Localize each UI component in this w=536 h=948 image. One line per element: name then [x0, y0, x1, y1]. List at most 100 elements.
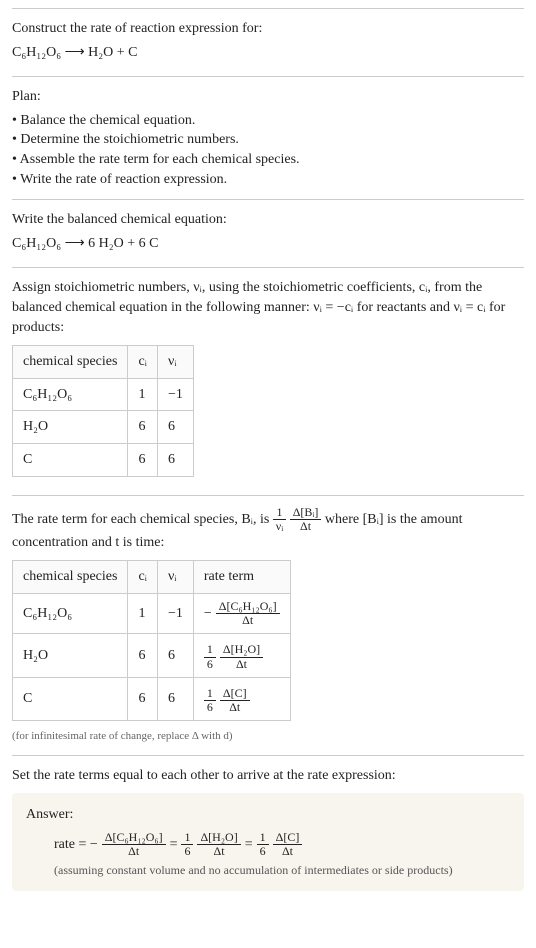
- answer-expression: rate = − Δ[C₆H₁₂O₆] Δt = 1 6 Δ[H₂O] Δt =…: [54, 831, 302, 858]
- plan-list: Balance the chemical equation. Determine…: [12, 111, 524, 189]
- coeff-frac-2: 1 6: [181, 831, 193, 858]
- rateterm-footnote: (for infinitesimal rate of change, repla…: [12, 729, 524, 744]
- cell-species: C₆H₁₂O₆: [13, 594, 128, 634]
- table-row: H₂O 6 6 1 6 Δ[H₂O] Δt: [13, 634, 291, 677]
- stoich-table: chemical species cᵢ νᵢ C₆H₁₂O₆ 1 −1 H₂O …: [12, 345, 194, 476]
- frac-den: Δt: [102, 845, 166, 858]
- col-v: νᵢ: [157, 561, 193, 594]
- frac-den: 6: [257, 845, 269, 858]
- cell-c: 6: [128, 411, 158, 444]
- frac-num: Δ[C₆H₁₂O₆]: [102, 831, 166, 845]
- table-header-row: chemical species cᵢ νᵢ rate term: [13, 561, 291, 594]
- coeff-frac: 1 6: [204, 643, 216, 670]
- cell-species: H₂O: [13, 411, 128, 444]
- plan-item: Assemble the rate term for each chemical…: [12, 150, 524, 170]
- rateterm-table: chemical species cᵢ νᵢ rate term C₆H₁₂O₆…: [12, 560, 291, 721]
- table-row: H₂O 6 6: [13, 411, 194, 444]
- cell-v: −1: [157, 378, 193, 411]
- plan-item: Determine the stoichiometric numbers.: [12, 130, 524, 150]
- table-header-row: chemical species cᵢ νᵢ: [13, 346, 194, 379]
- frac-num: 1: [257, 831, 269, 845]
- frac-num: 1: [181, 831, 193, 845]
- table-row: C 6 6 1 6 Δ[C] Δt: [13, 677, 291, 720]
- rate-frac-2: Δ[H₂O] Δt: [197, 831, 240, 858]
- rate-frac: Δ[C] Δt: [220, 687, 250, 714]
- coeff-frac: 1 6: [204, 687, 216, 714]
- cell-c: 6: [128, 677, 158, 720]
- table-row: C 6 6: [13, 443, 194, 476]
- table-row: C₆H₁₂O₆ 1 −1 − Δ[C₆H₁₂O₆] Δt: [13, 594, 291, 634]
- answer-label: Answer:: [26, 805, 510, 825]
- col-species: chemical species: [13, 346, 128, 379]
- rate-frac: Δ[H₂O] Δt: [220, 643, 263, 670]
- rateterm-section: The rate term for each chemical species,…: [12, 495, 524, 755]
- stoich-section: Assign stoichiometric numbers, νᵢ, using…: [12, 267, 524, 494]
- cell-v: 6: [157, 677, 193, 720]
- answer-box: Answer: rate = − Δ[C₆H₁₂O₆] Δt = 1 6 Δ[H…: [12, 793, 524, 891]
- frac-den: Δt: [220, 658, 263, 671]
- plan-item: Balance the chemical equation.: [12, 111, 524, 131]
- equals-sign: =: [245, 835, 253, 855]
- cell-v: 6: [157, 443, 193, 476]
- frac-num: 1: [273, 506, 286, 520]
- col-c: cᵢ: [128, 346, 158, 379]
- cell-species: C: [13, 677, 128, 720]
- frac-den: Δt: [216, 614, 280, 627]
- cell-rateterm: 1 6 Δ[C] Δt: [193, 677, 290, 720]
- intro-line: Construct the rate of reaction expressio…: [12, 19, 524, 39]
- frac-den: Δt: [220, 701, 250, 714]
- cell-v: 6: [157, 634, 193, 677]
- neg-sign: −: [204, 604, 212, 624]
- rate-frac-3: Δ[C] Δt: [273, 831, 303, 858]
- rateterm-frac-coeff: 1 νᵢ: [273, 506, 286, 533]
- cell-rateterm: 1 6 Δ[H₂O] Δt: [193, 634, 290, 677]
- rate-prefix: rate = −: [54, 835, 98, 855]
- plan-heading: Plan:: [12, 87, 524, 107]
- final-section: Set the rate terms equal to each other t…: [12, 755, 524, 901]
- frac-num: Δ[C₆H₁₂O₆]: [216, 600, 280, 614]
- plan-item: Write the rate of reaction expression.: [12, 170, 524, 190]
- frac-den: Δt: [290, 520, 322, 533]
- rateterm-frac-delta: Δ[Bᵢ] Δt: [290, 506, 322, 533]
- intro-section: Construct the rate of reaction expressio…: [12, 8, 524, 76]
- frac-num: 1: [204, 687, 216, 701]
- coeff-frac-3: 1 6: [257, 831, 269, 858]
- equals-sign: =: [170, 835, 178, 855]
- cell-v: 6: [157, 411, 193, 444]
- rateterm-text: The rate term for each chemical species,…: [12, 506, 524, 553]
- stoich-text: Assign stoichiometric numbers, νᵢ, using…: [12, 278, 524, 337]
- frac-den: Δt: [273, 845, 303, 858]
- balanced-section: Write the balanced chemical equation: C₆…: [12, 199, 524, 267]
- rate-frac-1: Δ[C₆H₁₂O₆] Δt: [102, 831, 166, 858]
- cell-species: C: [13, 443, 128, 476]
- plan-section: Plan: Balance the chemical equation. Det…: [12, 76, 524, 199]
- col-v: νᵢ: [157, 346, 193, 379]
- frac-den: 6: [204, 658, 216, 671]
- col-species: chemical species: [13, 561, 128, 594]
- frac-den: 6: [204, 701, 216, 714]
- frac-num: Δ[H₂O]: [197, 831, 240, 845]
- col-c: cᵢ: [128, 561, 158, 594]
- frac-den: 6: [181, 845, 193, 858]
- frac-num: Δ[C]: [220, 687, 250, 701]
- frac-num: 1: [204, 643, 216, 657]
- cell-v: −1: [157, 594, 193, 634]
- rate-frac: Δ[C₆H₁₂O₆] Δt: [216, 600, 280, 627]
- final-intro: Set the rate terms equal to each other t…: [12, 766, 524, 786]
- cell-species: C₆H₁₂O₆: [13, 378, 128, 411]
- frac-num: Δ[C]: [273, 831, 303, 845]
- frac-den: Δt: [197, 845, 240, 858]
- frac-num: Δ[Bᵢ]: [290, 506, 322, 520]
- frac-den: νᵢ: [273, 520, 286, 533]
- cell-c: 6: [128, 443, 158, 476]
- cell-species: H₂O: [13, 634, 128, 677]
- cell-rateterm: − Δ[C₆H₁₂O₆] Δt: [193, 594, 290, 634]
- col-rateterm: rate term: [193, 561, 290, 594]
- balanced-heading: Write the balanced chemical equation:: [12, 210, 524, 230]
- frac-num: Δ[H₂O]: [220, 643, 263, 657]
- intro-equation: C₆H₁₂O₆ ⟶ H₂O + C: [12, 43, 524, 63]
- balanced-equation: C₆H₁₂O₆ ⟶ 6 H₂O + 6 C: [12, 234, 524, 254]
- rateterm-text-a: The rate term for each chemical species,…: [12, 511, 273, 526]
- cell-c: 1: [128, 594, 158, 634]
- answer-note: (assuming constant volume and no accumul…: [54, 862, 510, 879]
